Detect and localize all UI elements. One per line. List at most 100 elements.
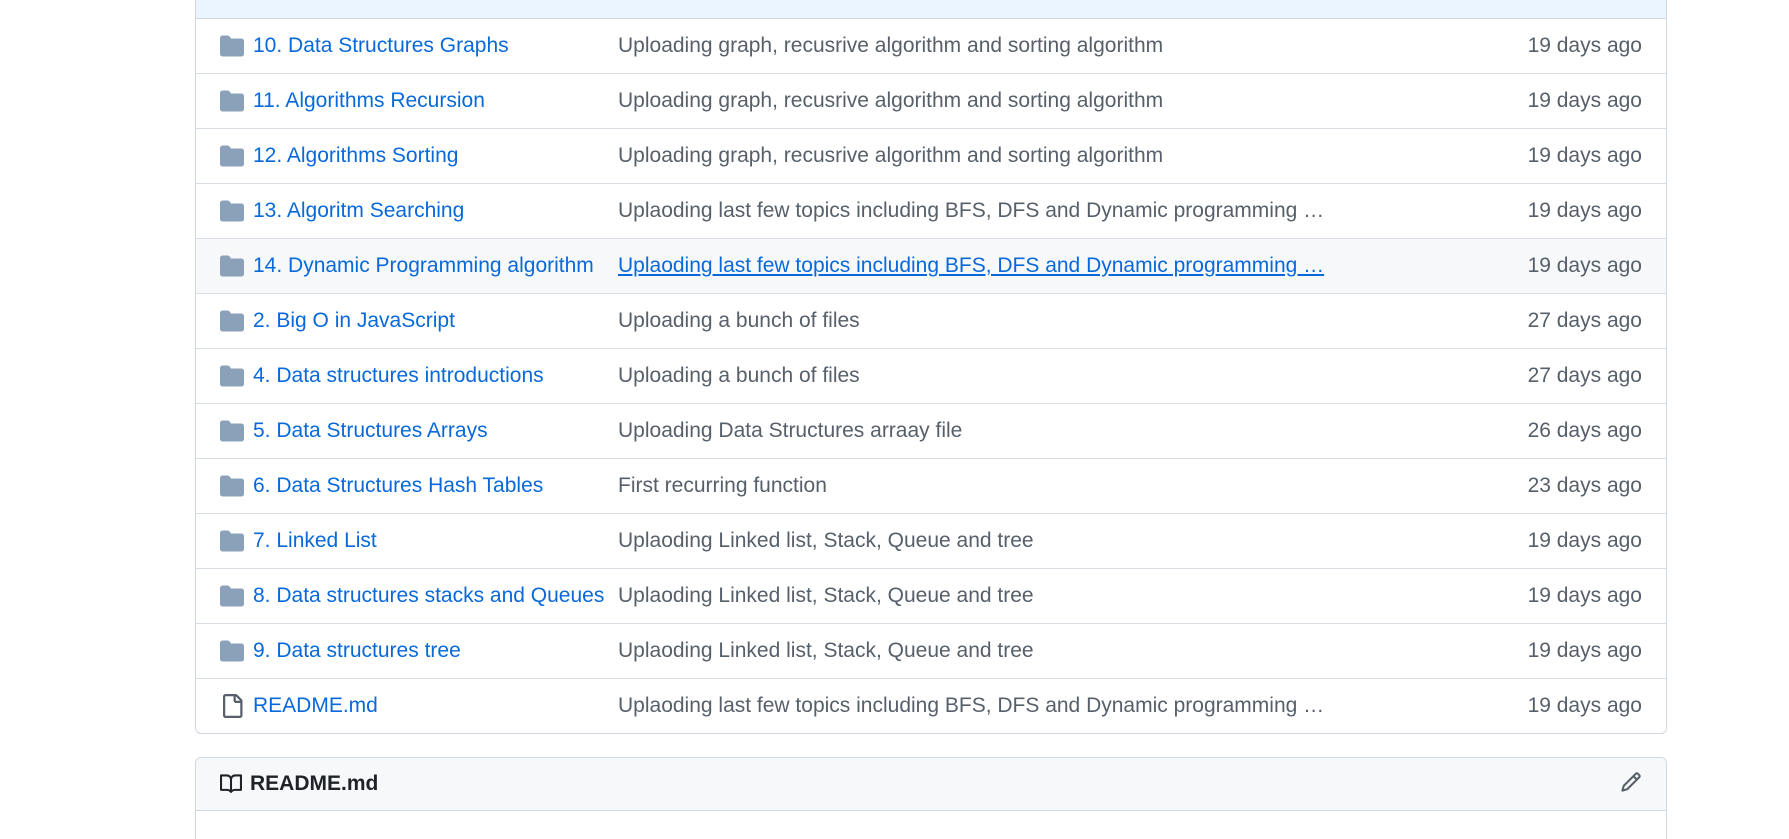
folder-icon <box>220 254 244 278</box>
readme-title[interactable]: README.md <box>220 772 378 796</box>
folder-icon <box>220 419 244 443</box>
file-row[interactable]: 13. Algoritm Searching Uplaoding last few… <box>196 184 1666 239</box>
file-name-link[interactable]: README.md <box>253 694 378 717</box>
commit-message-link[interactable]: Uplaoding Linked list, Stack, Queue and … <box>618 639 1034 662</box>
commit-message-cell: Uplaoding Linked list, Stack, Queue and … <box>618 529 1442 553</box>
readme-panel: README.md <box>195 757 1667 839</box>
edit-readme-button[interactable] <box>1620 771 1642 798</box>
file-name-link[interactable]: 9. Data structures tree <box>253 639 461 662</box>
file-name-link[interactable]: 12. Algorithms Sorting <box>253 144 458 167</box>
folder-icon <box>220 309 244 333</box>
folder-icon <box>220 639 244 663</box>
commit-age: 26 days ago <box>1527 419 1642 442</box>
commit-message-cell: Uploading a bunch of files <box>618 309 1442 333</box>
file-name-cell: 5. Data Structures Arrays <box>253 419 618 443</box>
commit-message-cell: Uploading graph, recusrive algorithm and… <box>618 144 1442 168</box>
commit-age: 19 days ago <box>1527 199 1642 222</box>
file-row[interactable]: 10. Data Structures Graphs Uploading grap… <box>196 19 1666 74</box>
commit-age: 19 days ago <box>1527 144 1642 167</box>
commit-message-link[interactable]: Uplaoding last few topics including BFS,… <box>618 694 1324 717</box>
commit-message-link[interactable]: Uploading a bunch of files <box>618 364 860 387</box>
file-name-cell: 2. Big O in JavaScript <box>253 309 618 333</box>
commit-message-link[interactable]: Uploading Data Structures arraay file <box>618 419 962 442</box>
commit-age: 27 days ago <box>1527 364 1642 387</box>
commit-age: 19 days ago <box>1527 584 1642 607</box>
folder-icon <box>220 89 244 113</box>
file-name-cell: 6. Data Structures Hash Tables <box>253 474 618 498</box>
folder-icon <box>220 529 244 553</box>
file-name-link[interactable]: 6. Data Structures Hash Tables <box>253 474 543 497</box>
file-name-link[interactable]: 2. Big O in JavaScript <box>253 309 455 332</box>
file-row[interactable]: 2. Big O in JavaScript Uploading a bunch … <box>196 294 1666 349</box>
commit-message-cell: Uploading graph, recusrive algorithm and… <box>618 34 1442 58</box>
commit-message-cell: Uplaoding last few topics including BFS,… <box>618 694 1442 718</box>
file-name-cell: 8. Data structures stacks and Queues <box>253 584 618 608</box>
file-name-cell: 14. Dynamic Programming algorithm <box>253 254 618 278</box>
file-row[interactable]: 8. Data structures stacks and Queues Upla… <box>196 569 1666 624</box>
pencil-icon <box>1620 771 1642 798</box>
file-row[interactable]: README.md Uplaoding last few topics inclu… <box>196 679 1666 733</box>
commit-message-link[interactable]: Uploading graph, recusrive algorithm and… <box>618 34 1163 57</box>
commit-message-cell: Uploading Data Structures arraay file <box>618 419 1442 443</box>
commit-age: 19 days ago <box>1527 639 1642 662</box>
file-name-cell: 9. Data structures tree <box>253 639 618 663</box>
folder-icon <box>220 34 244 58</box>
file-row[interactable]: 7. Linked List Uplaoding Linked list, Sta… <box>196 514 1666 569</box>
file-name-link[interactable]: 4. Data structures introductions <box>253 364 544 387</box>
file-row[interactable]: 12. Algorithms Sorting Uploading graph, r… <box>196 129 1666 184</box>
commit-age: 19 days ago <box>1527 89 1642 112</box>
commit-age: 23 days ago <box>1527 474 1642 497</box>
commit-message-link[interactable]: Uplaoding last few topics including BFS,… <box>618 199 1324 222</box>
commit-message-link[interactable]: Uploading graph, recusrive algorithm and… <box>618 89 1163 112</box>
repository-page: 10. Data Structures Graphs Uploading grap… <box>0 0 1789 839</box>
file-row[interactable]: 6. Data Structures Hash Tables First recu… <box>196 459 1666 514</box>
file-name-link[interactable]: 11. Algorithms Recursion <box>253 89 485 112</box>
file-row[interactable]: 4. Data structures introductions Uploadin… <box>196 349 1666 404</box>
folder-icon <box>220 144 244 168</box>
commit-message-link[interactable]: Uploading a bunch of files <box>618 309 860 332</box>
folder-icon <box>220 199 244 223</box>
file-name-cell: 13. Algoritm Searching <box>253 199 618 223</box>
file-name-cell: 4. Data structures introductions <box>253 364 618 388</box>
commit-message-cell: Uploading a bunch of files <box>618 364 1442 388</box>
book-icon <box>220 773 242 795</box>
commit-age: 19 days ago <box>1527 34 1642 57</box>
file-name-cell: 11. Algorithms Recursion <box>253 89 618 113</box>
file-name-cell: 12. Algorithms Sorting <box>253 144 618 168</box>
file-name-cell: 10. Data Structures Graphs <box>253 34 618 58</box>
file-name-link[interactable]: 5. Data Structures Arrays <box>253 419 488 442</box>
commit-age: 27 days ago <box>1527 309 1642 332</box>
commit-message-link[interactable]: Uplaoding Linked list, Stack, Queue and … <box>618 529 1034 552</box>
commit-message-link[interactable]: Uploading graph, recusrive algorithm and… <box>618 144 1163 167</box>
commit-message-cell: Uplaoding last few topics including BFS,… <box>618 199 1442 223</box>
file-name-link[interactable]: 14. Dynamic Programming algorithm <box>253 254 594 277</box>
folder-icon <box>220 474 244 498</box>
readme-title-text: README.md <box>250 772 379 795</box>
file-icon <box>220 694 244 718</box>
commit-message-cell: First recurring function <box>618 474 1442 498</box>
file-row[interactable]: 5. Data Structures Arrays Uploading Data … <box>196 404 1666 459</box>
file-name-cell: README.md <box>253 694 618 718</box>
commit-message-cell: Uplaoding Linked list, Stack, Queue and … <box>618 584 1442 608</box>
latest-commit-header <box>196 0 1666 19</box>
file-list: 10. Data Structures Graphs Uploading grap… <box>196 19 1666 733</box>
file-browser: 10. Data Structures Graphs Uploading grap… <box>195 0 1667 734</box>
commit-message-cell: Uplaoding last few topics including BFS,… <box>618 254 1442 278</box>
file-name-link[interactable]: 10. Data Structures Graphs <box>253 34 509 57</box>
commit-age: 19 days ago <box>1527 254 1642 277</box>
commit-message-link[interactable]: First recurring function <box>618 474 827 497</box>
file-name-link[interactable]: 7. Linked List <box>253 529 377 552</box>
file-name-link[interactable]: 8. Data structures stacks and Queues <box>253 584 604 607</box>
folder-icon <box>220 364 244 388</box>
commit-message-link[interactable]: Uplaoding last few topics including BFS,… <box>618 254 1324 277</box>
commit-message-cell: Uplaoding Linked list, Stack, Queue and … <box>618 639 1442 663</box>
readme-header: README.md <box>196 758 1666 811</box>
file-row[interactable]: 14. Dynamic Programming algorithm Uplaodi… <box>196 239 1666 294</box>
commit-message-link[interactable]: Uplaoding Linked list, Stack, Queue and … <box>618 584 1034 607</box>
file-name-link[interactable]: 13. Algoritm Searching <box>253 199 464 222</box>
commit-message-cell: Uploading graph, recusrive algorithm and… <box>618 89 1442 113</box>
folder-icon <box>220 584 244 608</box>
file-name-cell: 7. Linked List <box>253 529 618 553</box>
file-row[interactable]: 9. Data structures tree Uplaoding Linked … <box>196 624 1666 679</box>
file-row[interactable]: 11. Algorithms Recursion Uploading graph,… <box>196 74 1666 129</box>
